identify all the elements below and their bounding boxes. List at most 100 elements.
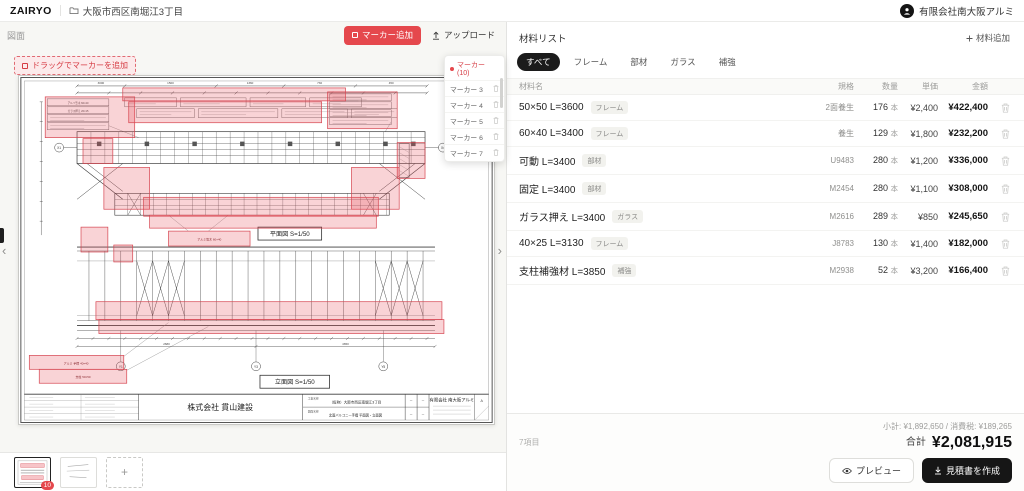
- marker-dot-icon: [450, 67, 454, 71]
- material-row[interactable]: ガラス押え L=3400 ガラス M2616 289 本 ¥850 ¥245,6…: [507, 203, 1024, 231]
- cad-drawing: 300015001360730450アルミ笠木 60×40ガラス押え 20×15…: [19, 76, 494, 424]
- create-quote-button[interactable]: 見積書を作成: [922, 458, 1012, 483]
- marker-list-item[interactable]: マーカー 3: [445, 80, 504, 96]
- material-amount: ¥182,000: [938, 238, 988, 249]
- trash-icon: [1001, 103, 1010, 113]
- app-logo: ZAIRYO: [10, 5, 52, 17]
- svg-text:アルミ 手摺 40×40: アルミ 手摺 40×40: [64, 360, 89, 365]
- viewer-section-label: 図面: [7, 29, 25, 42]
- svg-text:730: 730: [317, 81, 322, 85]
- page-thumbnail-2[interactable]: [60, 457, 97, 488]
- material-row[interactable]: 支柱補強材 L=3850 補強 M2938 52 本 ¥3,200 ¥166,4…: [507, 257, 1024, 285]
- drawing-sheet[interactable]: 300015001360730450アルミ笠木 60×40ガラス押え 20×15…: [18, 75, 495, 425]
- add-marker-button[interactable]: マーカー追加: [344, 26, 421, 45]
- marker-delete-icon[interactable]: [493, 149, 499, 156]
- svg-text:株式会社 貫山建設: 株式会社 貫山建設: [187, 402, 253, 412]
- material-row[interactable]: 40×25 L=3130 フレーム J8783 130 本 ¥1,400 ¥18…: [507, 231, 1024, 257]
- material-spec: J8783: [790, 239, 854, 248]
- delete-material-button[interactable]: [988, 156, 1010, 166]
- marker-delete-icon[interactable]: [493, 133, 499, 140]
- delete-material-button[interactable]: [988, 266, 1010, 276]
- materials-title: 材料リスト: [519, 31, 567, 45]
- trash-icon: [1001, 239, 1010, 249]
- delete-material-button[interactable]: [988, 184, 1010, 194]
- material-qty: 130 本: [854, 238, 898, 249]
- marker-list-item[interactable]: マーカー 7: [445, 144, 504, 160]
- account-menu[interactable]: 有限会社南大阪アルミ: [900, 4, 1014, 18]
- svg-text:A: A: [481, 399, 484, 403]
- material-category-badge: 部材: [582, 154, 606, 167]
- eye-icon: [842, 467, 852, 475]
- prev-page-chevron[interactable]: ‹: [2, 244, 6, 258]
- svg-text:図面名称: 図面名称: [308, 410, 319, 414]
- material-row[interactable]: 固定 L=3400 部材 M2454 280 本 ¥1,100 ¥308,000: [507, 175, 1024, 203]
- delete-material-button[interactable]: [988, 103, 1010, 113]
- marker-list-item[interactable]: マーカー 6: [445, 128, 504, 144]
- materials-panel: 材料リスト 材料追加 すべてフレーム部材ガラス補強 材料名 規格 数量 単価 金…: [507, 22, 1024, 491]
- material-unit-price: ¥1,800: [898, 129, 938, 139]
- svg-text:ー: ー: [410, 413, 413, 417]
- svg-text:アルミ笠木 60×40: アルミ笠木 60×40: [197, 237, 221, 242]
- avatar: [900, 4, 914, 18]
- materials-tab[interactable]: 補強: [710, 53, 745, 71]
- next-page-chevron[interactable]: ›: [498, 244, 502, 258]
- page-thumbnail-1[interactable]: 10: [14, 457, 51, 488]
- left-edge-handle[interactable]: [0, 228, 4, 243]
- marker-scrollbar[interactable]: [500, 78, 503, 108]
- breadcrumb[interactable]: 大阪市西区南堀江3丁目: [69, 4, 183, 18]
- material-unit-price: ¥1,100: [898, 184, 938, 194]
- material-spec: M2454: [790, 184, 854, 193]
- delete-material-button[interactable]: [988, 212, 1010, 222]
- material-qty: 52 本: [854, 265, 898, 276]
- marker-list-item[interactable]: マーカー 5: [445, 112, 504, 128]
- add-page-button[interactable]: +: [106, 457, 143, 488]
- marker-delete-icon[interactable]: [493, 85, 499, 92]
- materials-tab[interactable]: すべて: [517, 53, 560, 71]
- material-qty: 280 本: [854, 155, 898, 166]
- subtotal-line: 小計: ¥1,892,650 / 消費税: ¥189,265: [883, 421, 1012, 432]
- breadcrumb-label: 大阪市西区南堀江3丁目: [83, 4, 183, 18]
- materials-tab[interactable]: 部材: [621, 53, 656, 71]
- svg-text:X1: X1: [57, 146, 61, 150]
- material-unit-price: ¥3,200: [898, 266, 938, 276]
- marker-delete-icon[interactable]: [493, 117, 499, 124]
- delete-material-button[interactable]: [988, 239, 1010, 249]
- delete-material-button[interactable]: [988, 129, 1010, 139]
- marker-delete-icon[interactable]: [493, 101, 499, 108]
- materials-tab[interactable]: フレーム: [565, 53, 617, 71]
- plus-icon: [966, 35, 973, 42]
- materials-tabs: すべてフレーム部材ガラス補強: [507, 49, 1024, 78]
- thumbnail-2-preview: [61, 458, 96, 487]
- topbar-divider: [60, 5, 61, 16]
- material-name: ガラス押え L=3400: [519, 209, 605, 224]
- marker-items: マーカー 3 マーカー 4 マーカー 5 マーカー 6 マーカー 7: [445, 80, 504, 160]
- materials-tab[interactable]: ガラス: [661, 53, 704, 71]
- material-unit-price: ¥2,400: [898, 103, 938, 113]
- material-name: 40×25 L=3130: [519, 238, 584, 249]
- marker-item-label: マーカー 5: [450, 116, 483, 126]
- material-category-badge: フレーム: [591, 127, 629, 140]
- material-qty: 280 本: [854, 183, 898, 194]
- preview-button[interactable]: プレビュー: [829, 458, 914, 483]
- add-material-label: 材料追加: [976, 32, 1010, 44]
- svg-text:平面図 S=1/50: 平面図 S=1/50: [270, 231, 310, 238]
- material-unit-price: ¥1,400: [898, 239, 938, 249]
- svg-text:（仮称）大阪市西区南堀江3丁目: （仮称）大阪市西区南堀江3丁目: [330, 400, 382, 405]
- folder-icon: [69, 6, 79, 15]
- marker-panel-header: マーカー (10): [445, 58, 504, 80]
- upload-button[interactable]: アップロード: [428, 26, 499, 44]
- material-name: 固定 L=3400: [519, 181, 575, 196]
- material-amount: ¥422,400: [938, 102, 988, 113]
- material-row[interactable]: 可動 L=3400 部材 U9483 280 本 ¥1,200 ¥336,000: [507, 147, 1024, 175]
- material-row[interactable]: 60×40 L=3400 フレーム 養生 129 本 ¥1,800 ¥232,2…: [507, 121, 1024, 147]
- add-material-button[interactable]: 材料追加: [964, 30, 1012, 46]
- svg-text:立面図 S=1/50: 立面図 S=1/50: [275, 378, 315, 386]
- materials-footer: 7項目 小計: ¥1,892,650 / 消費税: ¥189,265 合計¥2,…: [507, 413, 1024, 491]
- drag-add-marker-button[interactable]: ドラッグでマーカーを追加: [14, 56, 136, 75]
- material-row[interactable]: 50×50 L=3600 フレーム 2面養生 176 本 ¥2,400 ¥422…: [507, 95, 1024, 121]
- total-amount: ¥2,081,915: [932, 434, 1012, 451]
- svg-text:2680: 2680: [163, 342, 170, 346]
- marker-list-item[interactable]: マーカー 4: [445, 96, 504, 112]
- drawing-canvas[interactable]: 300015001360730450アルミ笠木 60×40ガラス押え 20×15…: [0, 48, 506, 452]
- trash-icon: [1001, 266, 1010, 276]
